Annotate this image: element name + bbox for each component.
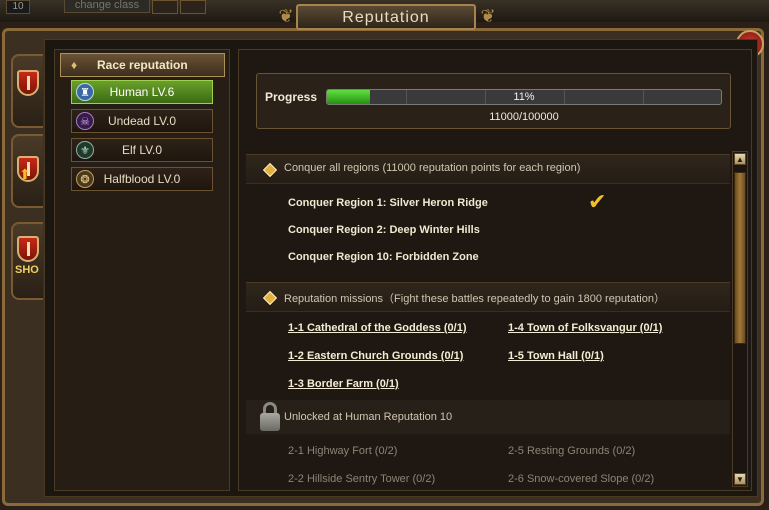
locked-mission: 2-5 Resting Grounds (0/2) <box>508 445 636 457</box>
mission-link[interactable]: 1-3 Border Farm (0/1) <box>288 378 399 390</box>
bulb-icon: ♦ <box>71 58 78 72</box>
title-ornament-right-icon: ❦ <box>480 6 496 26</box>
side-tab-upgrade[interactable]: ⬆ <box>11 134 43 208</box>
player-level: 10 <box>6 0 30 14</box>
tools-icon[interactable] <box>180 0 206 14</box>
conquer-header-text: Conquer all regions (11000 reputation po… <box>284 162 581 174</box>
missions-header-text: Reputation missions（Fight these battles … <box>284 293 665 305</box>
elf-leaf-icon: ⚜ <box>76 141 94 159</box>
race-reputation-header[interactable]: ♦ Race reputation <box>60 53 225 77</box>
title-ornament-left-icon: ❦ <box>278 6 294 26</box>
region-item: Conquer Region 1: Silver Heron Ridge <box>288 197 488 209</box>
human-crest-icon: ♜ <box>76 83 94 101</box>
scrollbar[interactable]: ▲ ▼ <box>732 151 748 487</box>
mission-link[interactable]: 1-2 Eastern Church Grounds (0/1) <box>288 350 463 362</box>
locked-header-text: Unlocked at Human Reputation 10 <box>284 411 453 423</box>
race-label: Human LV.6 <box>109 85 175 99</box>
scroll-down-button[interactable]: ▼ <box>734 473 746 485</box>
lock-icon <box>258 402 282 432</box>
undead-skull-icon: ☠ <box>76 112 94 130</box>
region-item: Conquer Region 2: Deep Winter Hills <box>288 224 480 236</box>
progress-count: 11000/100000 <box>489 111 559 123</box>
change-class-button[interactable]: change class <box>64 0 150 13</box>
race-label: Undead LV.0 <box>107 114 177 128</box>
upgrade-arrow-icon: ⬆ <box>19 166 31 182</box>
race-reputation-label: Race reputation <box>97 58 188 72</box>
race-button-human[interactable]: ♜ Human LV.6 <box>71 80 213 104</box>
locked-mission: 2-2 Hillside Sentry Tower (0/2) <box>288 473 436 485</box>
race-button-elf[interactable]: ⚜ Elf LV.0 <box>71 138 213 162</box>
scroll-up-button[interactable]: ▲ <box>734 153 746 165</box>
progress-percent: 11% <box>513 91 535 103</box>
region-item: Conquer Region 10: Forbidden Zone <box>288 251 479 263</box>
side-tab-reputation[interactable] <box>11 54 43 128</box>
locked-mission: 2-6 Snow-covered Slope (0/2) <box>508 473 655 485</box>
window-title: Reputation <box>296 4 476 30</box>
mission-link[interactable]: 1-1 Cathedral of the Goddess (0/1) <box>288 322 466 334</box>
shield-icon <box>17 70 39 96</box>
checkmark-icon: ✔ <box>588 189 607 214</box>
shield-shop-icon <box>17 236 39 262</box>
mission-link[interactable]: 1-4 Town of Folksvangur (0/1) <box>508 322 662 334</box>
race-label: Halfblood LV.0 <box>103 172 181 186</box>
race-button-undead[interactable]: ☠ Undead LV.0 <box>71 109 213 133</box>
settings-icon[interactable] <box>152 0 178 14</box>
mission-link[interactable]: 1-5 Town Hall (0/1) <box>508 350 604 362</box>
scrollbar-thumb[interactable] <box>734 172 746 344</box>
race-button-halfblood[interactable]: ❂ Halfblood LV.0 <box>71 167 213 191</box>
side-tab-shop-label: SHO <box>15 264 39 276</box>
locked-mission: 2-1 Highway Fort (0/2) <box>288 445 398 457</box>
halfblood-beast-icon: ❂ <box>76 170 94 188</box>
side-tab-shop[interactable]: SHO <box>11 222 43 300</box>
race-label: Elf LV.0 <box>121 143 163 157</box>
lock-body <box>260 413 280 431</box>
progress-label: Progress <box>265 90 318 104</box>
